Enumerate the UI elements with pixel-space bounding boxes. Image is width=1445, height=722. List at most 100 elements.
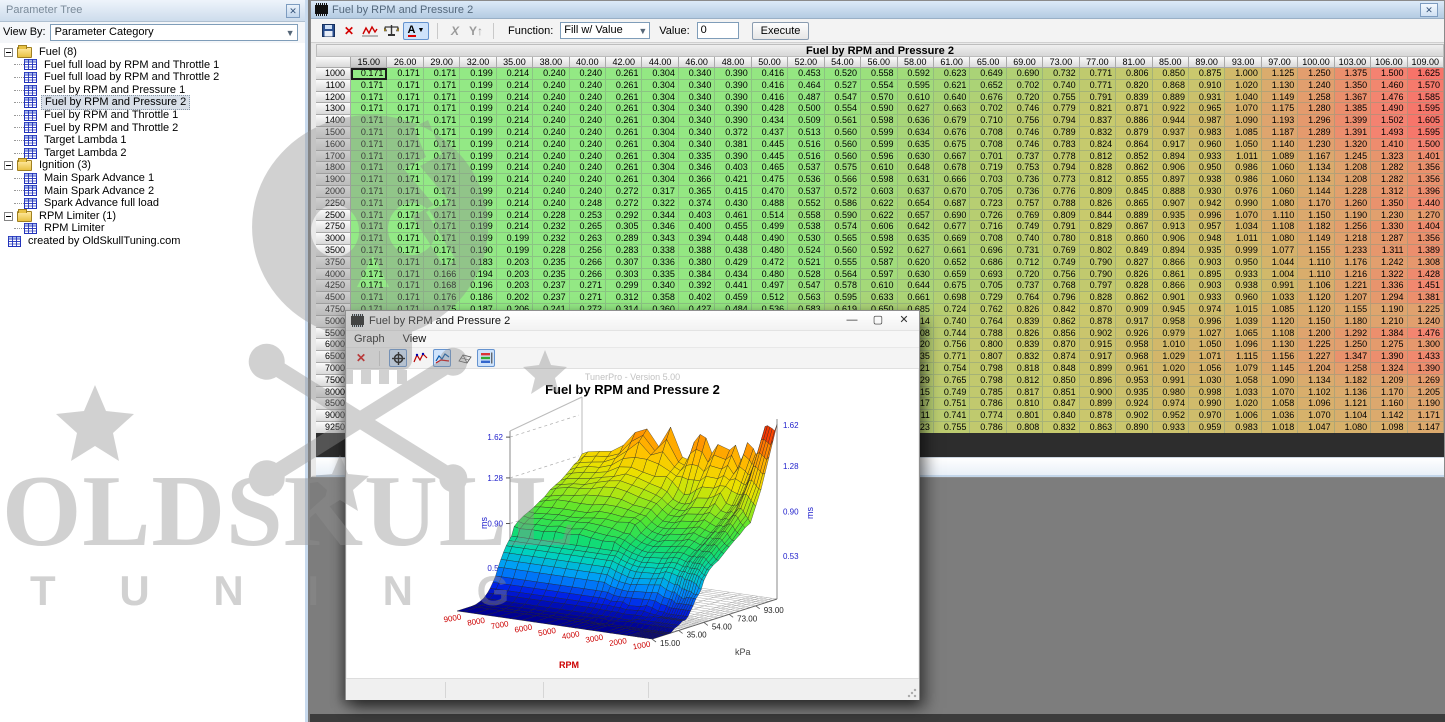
row-header[interactable]: 2000: [316, 186, 351, 198]
grid-cell[interactable]: 0.199: [460, 151, 496, 163]
grid-cell[interactable]: 1.451: [1408, 280, 1444, 292]
grid-cell[interactable]: 0.475: [752, 174, 788, 186]
grid-cell[interactable]: 0.774: [970, 410, 1006, 422]
grid-cell[interactable]: 0.572: [825, 186, 861, 198]
panel-close-icon[interactable]: ✕: [286, 4, 300, 18]
grid-cell[interactable]: 0.199: [460, 92, 496, 104]
grid-cell[interactable]: 0.565: [825, 233, 861, 245]
grid-cell[interactable]: 0.199: [460, 162, 496, 174]
grid-cell[interactable]: 0.832: [1043, 422, 1079, 434]
grid-cell[interactable]: 0.171: [387, 257, 423, 269]
grid-cell[interactable]: 1.440: [1408, 198, 1444, 210]
grid-cell[interactable]: 0.520: [825, 68, 861, 80]
grid-cell[interactable]: 1.150: [1298, 210, 1334, 222]
grid-cell[interactable]: 0.637: [898, 186, 934, 198]
grid-cell[interactable]: 0.886: [1116, 115, 1152, 127]
grid-cell[interactable]: 1.428: [1408, 269, 1444, 281]
grid-cell[interactable]: 0.272: [606, 198, 642, 210]
grid-cell[interactable]: 0.865: [1116, 198, 1152, 210]
grid-cell[interactable]: 0.194: [460, 269, 496, 281]
grid-cell[interactable]: 0.560: [825, 127, 861, 139]
col-header[interactable]: 100.00: [1298, 57, 1334, 68]
grid-cell[interactable]: 0.199: [497, 233, 533, 245]
grid-cell[interactable]: 1.200: [1298, 328, 1334, 340]
grid-cell[interactable]: 0.199: [460, 233, 496, 245]
grid-cell[interactable]: 0.394: [679, 233, 715, 245]
grid-cell[interactable]: 0.708: [970, 127, 1006, 139]
grid-cell[interactable]: 1.250: [1335, 339, 1371, 351]
grid-cell[interactable]: 0.889: [1116, 210, 1152, 222]
grid-cell[interactable]: 0.171: [351, 103, 387, 115]
grid-cell[interactable]: 0.736: [1007, 174, 1043, 186]
grid-cell[interactable]: 0.806: [1116, 68, 1152, 80]
grid-cell[interactable]: 1.056: [1189, 363, 1225, 375]
grid-cell[interactable]: 0.749: [1007, 221, 1043, 233]
grid-cell[interactable]: 0.390: [715, 92, 751, 104]
grid-cell[interactable]: 0.497: [752, 280, 788, 292]
grid-cell[interactable]: 0.958: [1116, 339, 1152, 351]
grid-cell[interactable]: 0.592: [861, 245, 897, 257]
grid-cell[interactable]: 0.736: [1007, 186, 1043, 198]
grid-cell[interactable]: 0.304: [642, 139, 678, 151]
grid-cell[interactable]: 0.171: [387, 174, 423, 186]
grid-cell[interactable]: 0.240: [533, 68, 569, 80]
grid-cell[interactable]: 0.926: [1116, 328, 1152, 340]
grid-cell[interactable]: 1.120: [1298, 292, 1334, 304]
grid-cell[interactable]: 1.187: [1262, 127, 1298, 139]
grid-cell[interactable]: 0.537: [788, 162, 824, 174]
grid-cell[interactable]: 1.050: [1225, 139, 1261, 151]
grid-cell[interactable]: 0.434: [752, 115, 788, 127]
grid-cell[interactable]: 1.070: [1298, 410, 1334, 422]
grid-cell[interactable]: 0.322: [642, 198, 678, 210]
grid-cell[interactable]: 0.598: [861, 115, 897, 127]
grid-cell[interactable]: 0.840: [1043, 410, 1079, 422]
grid-cell[interactable]: 0.346: [642, 221, 678, 233]
grid-cell[interactable]: 0.240: [570, 174, 606, 186]
grid-cell[interactable]: 0.620: [898, 257, 934, 269]
grid-cell[interactable]: 0.537: [788, 186, 824, 198]
tree-item[interactable]: Fuel by RPM and Pressure 2: [0, 96, 305, 109]
grid-cell[interactable]: 1.384: [1371, 328, 1407, 340]
grid-cell[interactable]: 0.621: [934, 80, 970, 92]
grid-cell[interactable]: 1.155: [1298, 245, 1334, 257]
grid-cell[interactable]: 0.261: [606, 92, 642, 104]
grid-cell[interactable]: 0.171: [351, 115, 387, 127]
grid-cell[interactable]: 0.596: [861, 151, 897, 163]
grid-cell[interactable]: 1.004: [1262, 269, 1298, 281]
grid-cell[interactable]: 0.240: [533, 139, 569, 151]
grid-cell[interactable]: 0.171: [387, 80, 423, 92]
grid-cell[interactable]: 0.555: [825, 257, 861, 269]
grid-cell[interactable]: 1.500: [1371, 68, 1407, 80]
grid-cell[interactable]: 0.214: [497, 68, 533, 80]
grid-cell[interactable]: 0.305: [606, 221, 642, 233]
grid-cell[interactable]: 0.307: [606, 257, 642, 269]
grid-cell[interactable]: 0.663: [934, 103, 970, 115]
grid-cell[interactable]: 0.240: [533, 186, 569, 198]
grid-cell[interactable]: 1.493: [1371, 127, 1407, 139]
grid-cell[interactable]: 0.652: [970, 80, 1006, 92]
grid-cell[interactable]: 0.464: [788, 80, 824, 92]
row-header[interactable]: 1300: [316, 103, 351, 115]
grid-cell[interactable]: 0.649: [970, 68, 1006, 80]
grid-cell[interactable]: 0.755: [1043, 92, 1079, 104]
grid-cell[interactable]: 0.171: [351, 174, 387, 186]
grid-cell[interactable]: 0.171: [387, 115, 423, 127]
grid-cell[interactable]: 0.837: [1080, 115, 1116, 127]
grid-cell[interactable]: 0.765: [934, 375, 970, 387]
grid-cell[interactable]: 0.627: [898, 103, 934, 115]
grid-cell[interactable]: 0.199: [460, 174, 496, 186]
grid-cell[interactable]: 1.227: [1298, 351, 1334, 363]
grid-cell[interactable]: 0.705: [970, 280, 1006, 292]
grid-cell[interactable]: 0.304: [642, 115, 678, 127]
x-axis-icon[interactable]: X: [446, 22, 464, 40]
grid-cell[interactable]: 0.261: [606, 115, 642, 127]
table-window-close-button[interactable]: ✕: [1420, 3, 1438, 17]
grid-cell[interactable]: 1.170: [1371, 387, 1407, 399]
grid-cell[interactable]: 0.970: [1189, 410, 1225, 422]
grid-cell[interactable]: 0.797: [1080, 280, 1116, 292]
grid-cell[interactable]: 0.530: [788, 233, 824, 245]
grid-cell[interactable]: 0.933: [1153, 422, 1189, 434]
grid-cell[interactable]: 0.292: [606, 210, 642, 222]
grid-cell[interactable]: 0.935: [1189, 245, 1225, 257]
grid-cell[interactable]: 0.701: [970, 151, 1006, 163]
